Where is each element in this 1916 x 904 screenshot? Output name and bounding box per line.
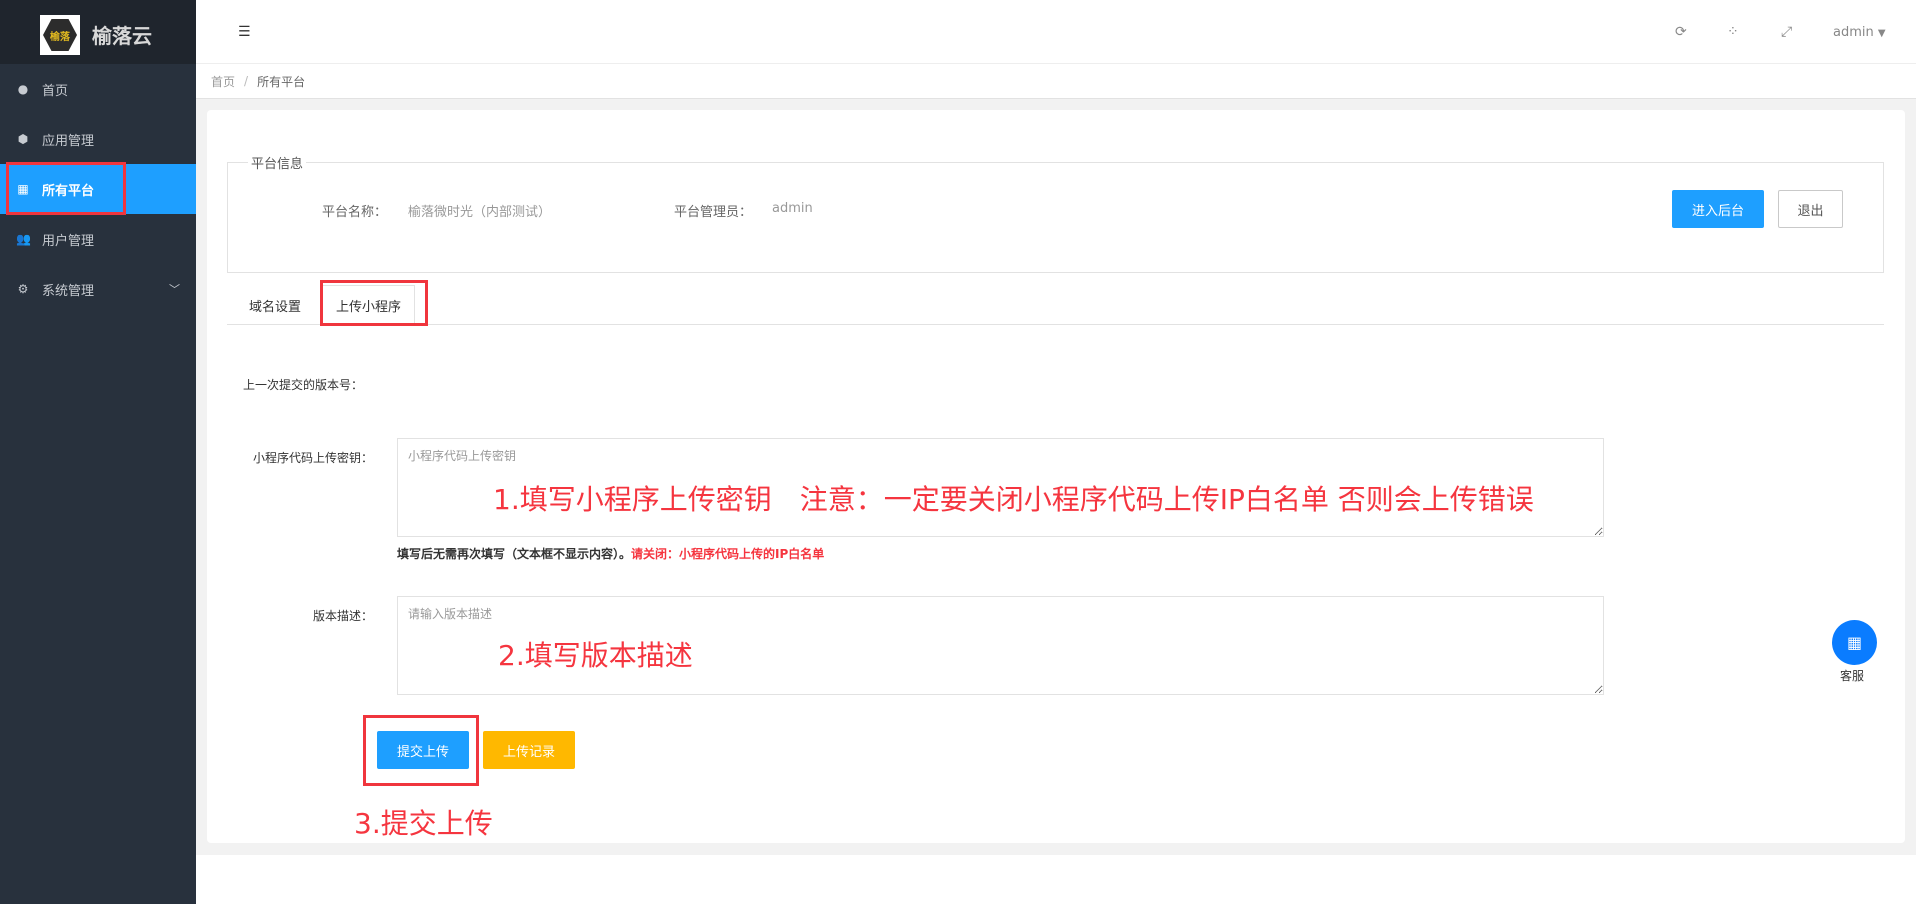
highlight-box (363, 715, 479, 786)
highlight-box (320, 280, 428, 326)
caret-down-icon: ▼ (1877, 28, 1886, 39)
version-desc-label: 版本描述： (312, 609, 373, 623)
customer-service-label: 客服 (1840, 669, 1865, 683)
annotation-step2: 2.填写版本描述 (498, 639, 693, 672)
platform-name-value: 榆落微时光（内部测试） (408, 205, 552, 220)
upload-key-label: 小程序代码上传密钥： (252, 451, 373, 465)
refresh-icon[interactable]: ⟳ (1675, 24, 1687, 40)
platform-name-label: 平台名称： (322, 205, 388, 220)
enter-backend-button[interactable]: 进入后台 (1672, 190, 1764, 228)
breadcrumb-home[interactable]: 首页 (211, 73, 235, 90)
users-icon: 👥 (16, 232, 31, 246)
breadcrumb: 首页 / 所有平台 (196, 64, 1916, 99)
sidebar-item-system[interactable]: ⚙ 系统管理 ﹀ (0, 264, 196, 314)
last-version-label: 上一次提交的版本号： (243, 378, 364, 392)
sidebar-item-users[interactable]: 👥 用户管理 (0, 214, 196, 264)
tab-domain-settings[interactable]: 域名设置 (233, 285, 317, 325)
sidebar-item-home[interactable]: ● 首页 (0, 64, 196, 114)
customer-service-button[interactable]: ▦ (1832, 620, 1877, 665)
platform-admin-label: 平台管理员： (674, 205, 753, 220)
gears-icon: ⚙ (17, 282, 29, 296)
fullscreen-icon[interactable]: ⤢ (1781, 24, 1792, 40)
platform-admin-value: admin (772, 201, 813, 216)
top-header: ☰ (196, 0, 1916, 64)
breadcrumb-current: 所有平台 (257, 74, 306, 89)
upload-key-hint: 填写后无需再次填写（文本框不显示内容）。请关闭：小程序代码上传的IP白名单 (397, 547, 825, 561)
highlight-box (6, 162, 126, 215)
cube-icon: ⬢ (17, 132, 29, 146)
qrcode-icon: ▦ (1846, 633, 1863, 652)
tab-divider (227, 324, 1884, 325)
chevron-down-icon: ﹀ (169, 283, 180, 296)
globe-icon: ● (17, 82, 29, 96)
upload-records-button[interactable]: 上传记录 (483, 731, 575, 769)
exit-button[interactable]: 退出 (1778, 190, 1843, 228)
sidebar-item-apps[interactable]: ⬢ 应用管理 (0, 114, 196, 164)
logo: 榆落 (40, 15, 80, 55)
annotation-step1: 1.填写小程序上传密钥 注意：一定要关闭小程序代码上传IP白名单 否则会上传错误 (493, 483, 1534, 516)
loading-icon[interactable]: ⁘ (1727, 24, 1739, 40)
logo-bar: 榆落 榆落云 (0, 0, 196, 64)
annotation-step3: 3.提交上传 (354, 807, 493, 840)
brand-name: 榆落云 (92, 24, 152, 48)
menu-collapse-icon[interactable]: ☰ (238, 24, 251, 40)
user-menu[interactable]: admin ▼ (1833, 25, 1886, 40)
